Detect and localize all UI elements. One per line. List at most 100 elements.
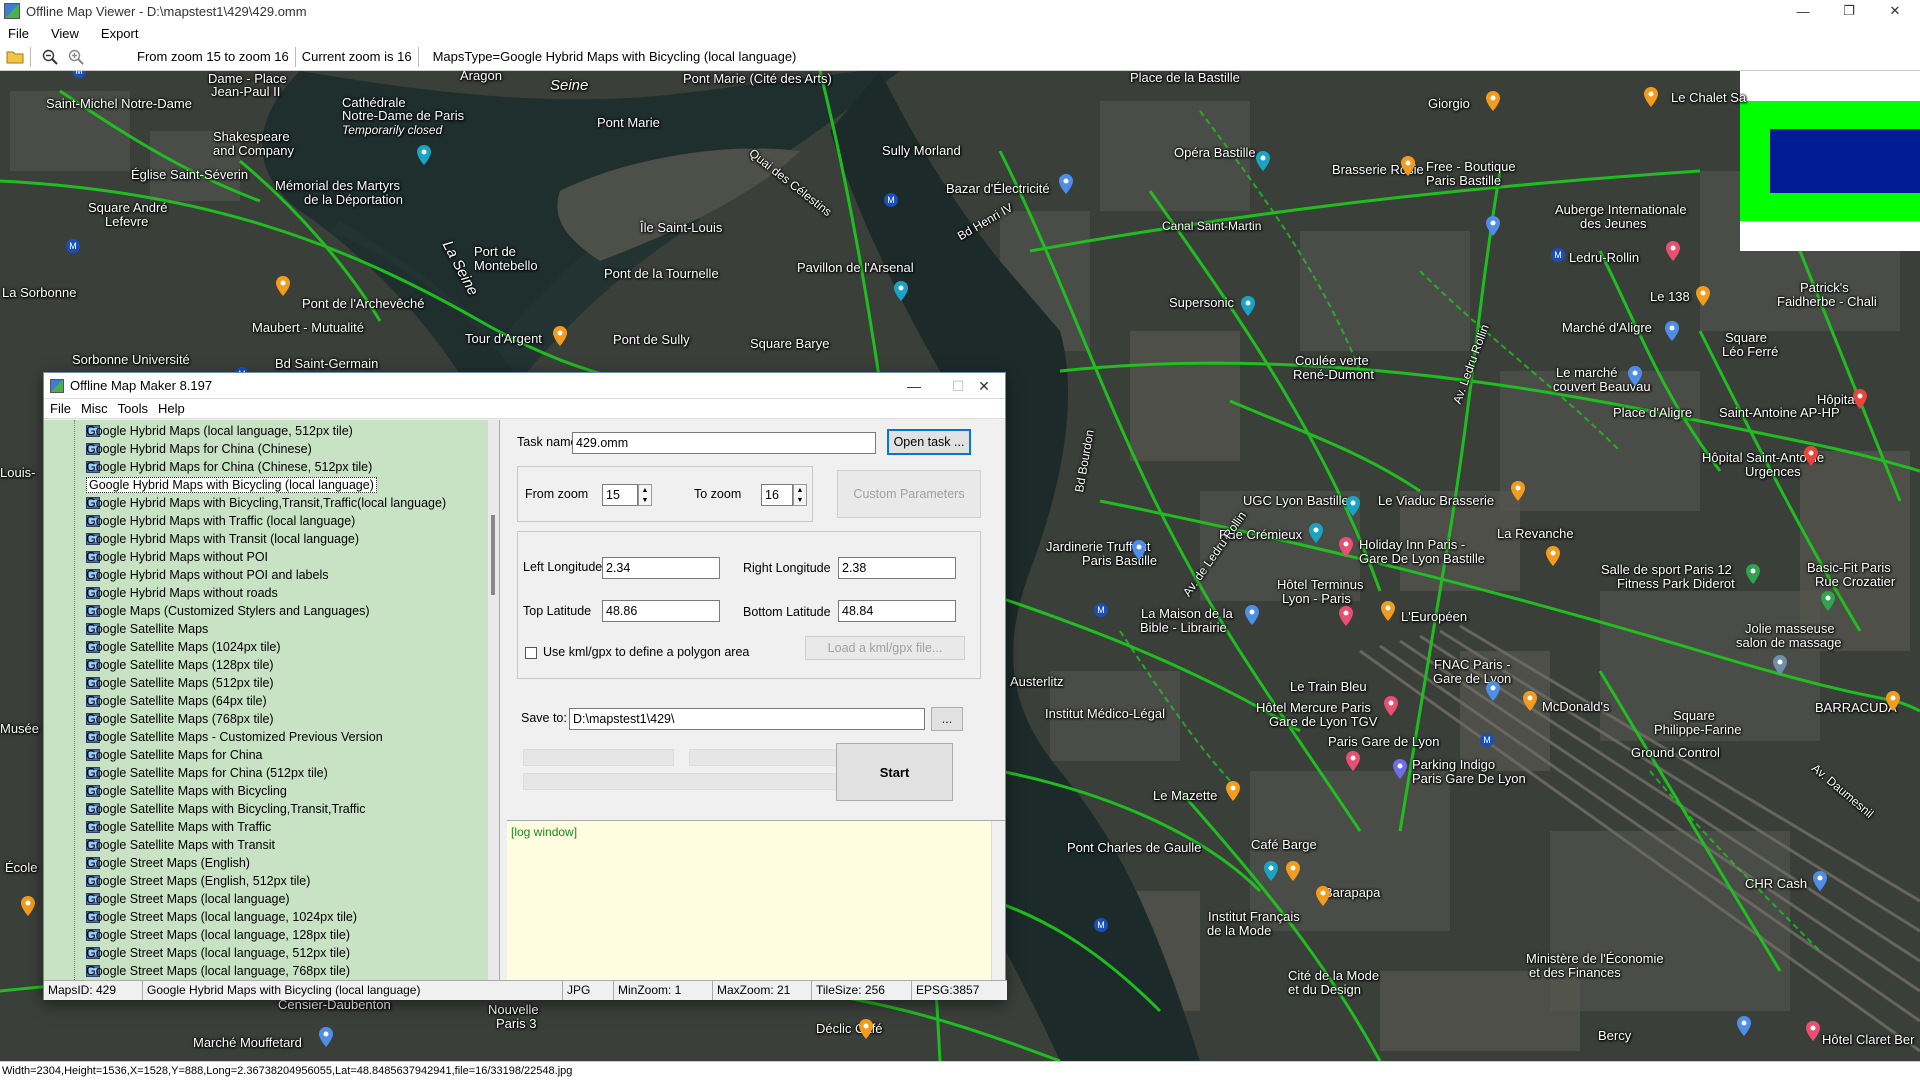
- zoom-in-button[interactable]: [65, 46, 87, 68]
- menu-export[interactable]: Export: [99, 26, 147, 41]
- map-source-item[interactable]: Google Satellite Maps - Customized Previ…: [86, 728, 383, 746]
- map-source-item[interactable]: Google Street Maps (English): [86, 854, 250, 872]
- map-source-item[interactable]: Google Hybrid Maps with Traffic (local l…: [86, 512, 355, 530]
- gym-pin-icon[interactable]: [1745, 564, 1761, 584]
- start-button[interactable]: Start: [836, 743, 953, 801]
- browse-button[interactable]: ...: [931, 707, 963, 731]
- restore-button[interactable]: ❐: [1826, 0, 1872, 22]
- shop-pin-icon[interactable]: [1058, 174, 1074, 194]
- map-source-item[interactable]: Google Hybrid Maps without POI: [86, 548, 268, 566]
- dialog-menu-help[interactable]: Help: [158, 401, 185, 416]
- save-to-input[interactable]: [569, 708, 925, 730]
- map-source-item[interactable]: Google Satellite Maps for China (512px t…: [86, 764, 328, 782]
- left-longitude-input[interactable]: [602, 557, 720, 579]
- map-source-item[interactable]: Google Hybrid Maps with Bicycling (local…: [86, 476, 377, 494]
- shop-pin-icon[interactable]: [318, 1027, 334, 1047]
- map-source-item[interactable]: Google Satellite Maps (128px tile): [86, 656, 274, 674]
- use-kml-checkbox[interactable]: [525, 647, 537, 659]
- log-scrollbar[interactable]: [991, 821, 1005, 981]
- shop-pin-icon[interactable]: [1485, 681, 1501, 701]
- shop-pin-icon[interactable]: [1244, 605, 1260, 625]
- dialog-menu-tools[interactable]: Tools: [118, 401, 148, 416]
- restaurant-pin-icon[interactable]: [1522, 691, 1538, 711]
- hotel-pin-icon[interactable]: [1665, 241, 1681, 261]
- map-source-item[interactable]: Google Maps (Customized Stylers and Lang…: [86, 602, 369, 620]
- restaurant-pin-icon[interactable]: [1485, 91, 1501, 111]
- restaurant-pin-icon[interactable]: [20, 896, 36, 916]
- tree-scroll-thumb[interactable]: [491, 515, 495, 595]
- map-source-item[interactable]: Google Street Maps (English, 512px tile): [86, 872, 310, 890]
- restaurant-pin-icon[interactable]: [1380, 601, 1396, 621]
- top-latitude-input[interactable]: [602, 600, 720, 622]
- map-source-item[interactable]: Google Satellite Maps (768px tile): [86, 710, 274, 728]
- open-folder-button[interactable]: [4, 46, 26, 68]
- open-task-button[interactable]: Open task ...: [887, 429, 971, 455]
- shop-pin-icon[interactable]: [1736, 1016, 1752, 1036]
- hotel-pin-icon[interactable]: [1805, 1021, 1821, 1041]
- map-source-item[interactable]: Google Hybrid Maps for China (Chinese, 5…: [86, 458, 372, 476]
- map-source-item[interactable]: Google Satellite Maps with Traffic: [86, 818, 271, 836]
- minimize-button[interactable]: —: [1780, 0, 1826, 22]
- restaurant-pin-icon[interactable]: [1545, 546, 1561, 566]
- map-source-item[interactable]: Google Satellite Maps with Bicycling,Tra…: [86, 800, 366, 818]
- map-source-tree[interactable]: Google Hybrid Maps (local language, 512p…: [44, 420, 500, 980]
- shop-pin-icon[interactable]: [1131, 540, 1147, 560]
- menu-file[interactable]: File: [6, 26, 37, 41]
- map-source-item[interactable]: Google Satellite Maps with Bicycling: [86, 782, 287, 800]
- metro-icon[interactable]: M: [1094, 603, 1108, 617]
- map-source-item[interactable]: Google Hybrid Maps with Transit (local l…: [86, 530, 359, 548]
- map-source-item[interactable]: Google Street Maps (local language, 1024…: [86, 908, 357, 926]
- dialog-menu-file[interactable]: File: [50, 401, 71, 416]
- to-zoom-input[interactable]: [761, 484, 793, 506]
- dialog-menu-misc[interactable]: Misc: [81, 401, 108, 416]
- map-source-item[interactable]: Google Street Maps (local language, 128p…: [86, 926, 350, 944]
- from-zoom-input[interactable]: [602, 484, 638, 506]
- task-name-input[interactable]: [572, 432, 876, 454]
- map-source-item[interactable]: Google Street Maps (local language, 512p…: [86, 944, 350, 962]
- hotel-pin-icon[interactable]: [1345, 751, 1361, 771]
- dialog-close-button[interactable]: ✕: [962, 373, 1006, 399]
- dialog-minimize-button[interactable]: —: [892, 373, 936, 399]
- map-source-item[interactable]: Google Satellite Maps for China: [86, 746, 262, 764]
- right-longitude-input[interactable]: [838, 557, 956, 579]
- restaurant-pin-icon[interactable]: [1285, 861, 1301, 881]
- map-source-item[interactable]: Google Satellite Maps (64px tile): [86, 692, 267, 710]
- culture-pin-icon[interactable]: [1308, 523, 1324, 543]
- map-source-item[interactable]: Google Street Maps (local language, 768p…: [86, 962, 350, 980]
- map-source-item[interactable]: Google Hybrid Maps for China (Chinese): [86, 440, 312, 458]
- metro-icon[interactable]: M: [1551, 248, 1565, 262]
- log-window[interactable]: [log window]: [507, 820, 1005, 981]
- restaurant-pin-icon[interactable]: [552, 326, 568, 346]
- metro-icon[interactable]: M: [1480, 733, 1494, 747]
- culture-pin-icon[interactable]: [1263, 861, 1279, 881]
- restaurant-pin-icon[interactable]: [1695, 286, 1711, 306]
- map-source-item[interactable]: Google Hybrid Maps (local language, 512p…: [86, 422, 353, 440]
- metro-icon[interactable]: M: [1094, 918, 1108, 932]
- culture-pin-icon[interactable]: [1240, 296, 1256, 316]
- hotel-pin-icon[interactable]: [1383, 696, 1399, 716]
- gym-pin-icon[interactable]: [1820, 591, 1836, 611]
- map-source-item[interactable]: Google Street Maps (local language): [86, 890, 290, 908]
- map-source-item[interactable]: Google Satellite Maps: [86, 620, 208, 638]
- metro-station-marker[interactable]: M: [72, 71, 86, 78]
- shop-pin-icon[interactable]: [1485, 216, 1501, 236]
- restaurant-pin-icon[interactable]: [1315, 886, 1331, 906]
- shop-pin-icon[interactable]: [1392, 759, 1408, 779]
- culture-pin-icon[interactable]: [893, 281, 909, 301]
- map-source-item[interactable]: Google Satellite Maps (512px tile): [86, 674, 274, 692]
- zoom-out-button[interactable]: [39, 46, 61, 68]
- menu-view[interactable]: View: [49, 26, 87, 41]
- shop-pin-icon[interactable]: [1772, 655, 1788, 675]
- shop-pin-icon[interactable]: [1664, 321, 1680, 341]
- restaurant-pin-icon[interactable]: [858, 1019, 874, 1039]
- restaurant-pin-icon[interactable]: [1643, 87, 1659, 107]
- culture-pin-icon[interactable]: [416, 145, 432, 165]
- map-source-item[interactable]: Google Hybrid Maps with Bicycling,Transi…: [86, 494, 446, 512]
- restaurant-pin-icon[interactable]: [275, 276, 291, 296]
- culture-pin-icon[interactable]: [1255, 151, 1271, 171]
- map-source-item[interactable]: Google Satellite Maps (1024px tile): [86, 638, 281, 656]
- custom-parameters-button[interactable]: Custom Parameters: [837, 470, 981, 518]
- hospital-pin-icon[interactable]: [1803, 446, 1819, 466]
- culture-pin-icon[interactable]: [1345, 496, 1361, 516]
- to-zoom-spinner[interactable]: ▲ ▼: [793, 484, 807, 506]
